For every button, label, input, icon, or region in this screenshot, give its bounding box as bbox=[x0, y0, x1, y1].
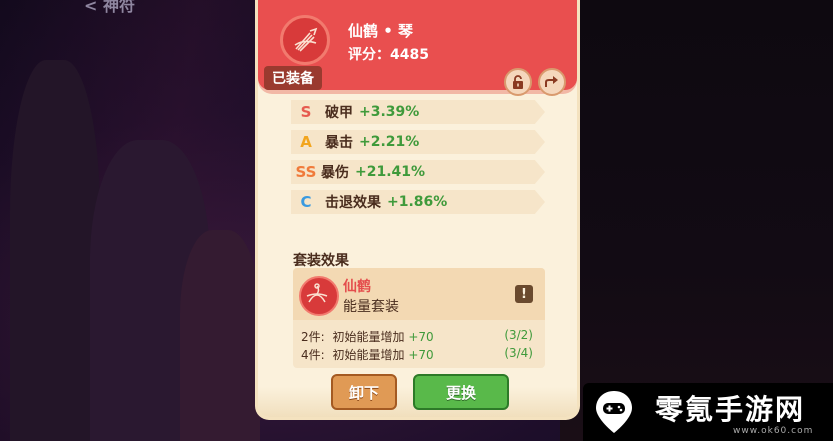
set-effect-title: 套装效果 bbox=[293, 253, 349, 269]
stat-value: +2.21% bbox=[359, 134, 420, 150]
share-button[interactable] bbox=[538, 68, 566, 96]
lock-button[interactable] bbox=[504, 68, 532, 96]
stat-label: 暴伤 bbox=[321, 165, 349, 181]
bonus-description: 初始能量增加 bbox=[332, 330, 405, 344]
stat-label: 暴击 bbox=[325, 135, 353, 151]
stat-row: SS 暴伤 +21.41% bbox=[291, 160, 545, 184]
bonus-value: +70 bbox=[408, 348, 434, 362]
stat-grade: S bbox=[300, 103, 312, 121]
replace-button[interactable]: 更换 bbox=[413, 374, 509, 410]
unlock-icon bbox=[513, 75, 523, 89]
bonus-requirement: 2件: bbox=[301, 330, 325, 344]
stat-value: +1.86% bbox=[387, 194, 448, 210]
background-right bbox=[560, 0, 833, 441]
crane-set-icon bbox=[299, 276, 339, 316]
stat-row: S 破甲 +3.39% bbox=[291, 100, 545, 124]
stat-label: 击退效果 bbox=[325, 195, 381, 211]
bonus-description: 初始能量增加 bbox=[332, 348, 405, 362]
info-icon[interactable]: ! bbox=[515, 285, 533, 303]
bonus-value: +70 bbox=[408, 330, 434, 344]
stat-grade: A bbox=[300, 133, 312, 151]
stat-value: +3.39% bbox=[359, 104, 420, 120]
background-mountain bbox=[10, 60, 100, 441]
watermark-text: 零氪手游网 bbox=[655, 393, 806, 426]
item-score: 评分：4485 bbox=[348, 47, 429, 63]
stat-label: 破甲 bbox=[325, 105, 353, 121]
stat-value: +21.41% bbox=[355, 164, 426, 180]
set-effect-panel: 仙鹤 能量套装 ! 2件: 初始能量增加 +70 (3/2) 4件: 初始能量增… bbox=[293, 268, 545, 368]
bonus-requirement: 4件: bbox=[301, 348, 325, 362]
watermark: 零氪手游网 www.ok60.com bbox=[583, 383, 833, 441]
back-nav[interactable]: < 神符 bbox=[84, 0, 135, 16]
stat-grade: SS bbox=[295, 163, 317, 181]
equipped-badge: 已装备 bbox=[264, 66, 322, 90]
set-name: 仙鹤 bbox=[343, 279, 371, 295]
bonus-progress: (3/4) bbox=[504, 346, 533, 360]
background-mountain bbox=[180, 230, 260, 441]
set-type: 能量套装 bbox=[343, 299, 399, 315]
rune-detail-card: 仙鹤 • 琴 评分：4485 已装备 S 破甲 +3.39% A 暴击 +2.2… bbox=[255, 0, 580, 420]
unequip-button[interactable]: 卸下 bbox=[331, 374, 397, 410]
set-bonus-row: 4件: 初始能量增加 +70 (3/4) bbox=[301, 346, 537, 363]
watermark-url: www.ok60.com bbox=[733, 426, 814, 436]
item-name: 仙鹤 • 琴 bbox=[348, 22, 414, 40]
stat-grade: C bbox=[300, 193, 312, 211]
stat-row: C 击退效果 +1.86% bbox=[291, 190, 545, 214]
bonus-progress: (3/2) bbox=[504, 328, 533, 342]
location-pin-gamepad-icon bbox=[596, 391, 632, 433]
set-bonus-row: 2件: 初始能量增加 +70 (3/2) bbox=[301, 328, 537, 345]
crane-emblem-icon bbox=[280, 15, 330, 65]
stat-row: A 暴击 +2.21% bbox=[291, 130, 545, 154]
share-icon bbox=[545, 76, 558, 87]
